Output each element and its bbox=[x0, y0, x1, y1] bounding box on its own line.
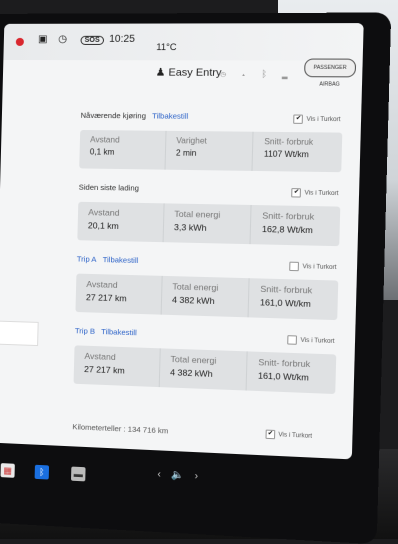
show-in-tripcard-toggle[interactable]: ✔ Vis i Turkort bbox=[293, 114, 341, 124]
reset-link[interactable]: Tilbakestill bbox=[152, 111, 188, 121]
driver-profile-icon: ♟ bbox=[155, 66, 169, 79]
stat-label: Avstand bbox=[88, 207, 120, 218]
stat-value: 4 382 kWh bbox=[170, 367, 213, 379]
stat-value: 2 min bbox=[175, 148, 197, 158]
stat-label: Varighet bbox=[176, 136, 207, 146]
airbag-badge-text: PASSENGER AIRBAG bbox=[313, 64, 347, 88]
signal-icon: ▂ bbox=[281, 68, 303, 80]
stat-cell: Avstand 27 217 km bbox=[75, 273, 163, 315]
stat-label: Total energi bbox=[172, 281, 219, 293]
speaker-icon[interactable]: 🔈 bbox=[171, 469, 195, 481]
left-panel-edge bbox=[0, 320, 39, 347]
section-title: Nåværende kjøring bbox=[80, 110, 147, 121]
easy-entry-button[interactable]: ♟ Easy Entry bbox=[155, 66, 221, 79]
show-in-tripcard-toggle[interactable]: Vis i Turkort bbox=[287, 335, 335, 346]
checkbox-unchecked-icon[interactable] bbox=[287, 335, 298, 345]
checkbox-label: Vis i Turkort bbox=[278, 432, 313, 440]
stat-cell: Varighet 2 min bbox=[165, 130, 254, 171]
stat-label: Avstand bbox=[84, 350, 116, 363]
checkbox-label: Vis i Turkort bbox=[302, 264, 337, 272]
bluetooth-status-icon[interactable]: ᛒ bbox=[261, 69, 282, 79]
odometer-reading: Kilometerteller : 134 716 km bbox=[72, 422, 169, 436]
stat-cell: Total energi 4 382 kWh bbox=[161, 275, 250, 318]
reset-link[interactable]: Tilbakestill bbox=[101, 327, 137, 337]
passenger-airbag-badge: PASSENGER AIRBAG bbox=[304, 58, 357, 88]
reset-link[interactable]: Tilbakestill bbox=[103, 255, 139, 265]
stat-value: 162,8 Wt/km bbox=[261, 223, 313, 236]
stat-value: 27 217 km bbox=[85, 292, 127, 304]
screen-bezel: ▣ ◷ SOS 10:25 11°C PASSENGER AIRBAG ♟ Ea… bbox=[0, 12, 392, 544]
checkbox-unchecked-icon[interactable] bbox=[289, 261, 300, 272]
top-icon-row: ◷▴ᛒ▂ bbox=[220, 69, 303, 80]
section-title: Trip A bbox=[76, 254, 97, 264]
easy-entry-label: Easy Entry bbox=[168, 66, 222, 79]
stat-label: Snitt- forbruk bbox=[264, 136, 314, 147]
stat-value: 0,1 km bbox=[89, 147, 115, 157]
trip-panel: Nåværende kjøring Tilbakestill ✔ Vis i Tur… bbox=[73, 105, 343, 395]
stat-cell: Avstand 20,1 km bbox=[77, 201, 165, 243]
alarm-clock-icon[interactable]: ◷ bbox=[58, 34, 67, 45]
sentry-icon[interactable]: ▣ bbox=[38, 34, 48, 45]
chevron-left-icon[interactable]: ‹ bbox=[157, 469, 171, 481]
stat-label: Avstand bbox=[90, 135, 120, 145]
odometer-show-in-tripcard-toggle[interactable]: ✔ Vis i Turkort bbox=[265, 429, 313, 441]
stat-cell: Avstand 0,1 km bbox=[79, 129, 167, 170]
chevron-right-icon[interactable]: › bbox=[194, 471, 208, 483]
checkbox-label: Vis i Turkort bbox=[300, 337, 335, 346]
trip-stats-card: Avstand 27 217 km Total energi 4 382 kWh S… bbox=[75, 273, 339, 321]
timer-icon[interactable]: ◷ bbox=[220, 69, 241, 79]
stat-cell: Total energi 3,3 kWh bbox=[163, 203, 252, 245]
stat-value: 1107 Wt/km bbox=[263, 149, 309, 160]
stat-label: Snitt- forbruk bbox=[262, 210, 315, 222]
stat-value: 20,1 km bbox=[87, 220, 119, 231]
stat-cell: Avstand 27 217 km bbox=[73, 345, 161, 388]
checkbox-label: Vis i Turkort bbox=[304, 190, 339, 198]
status-bar: ▣ ◷ SOS 10:25 11°C bbox=[3, 23, 364, 61]
checkbox-label: Vis i Turkort bbox=[306, 116, 341, 124]
calendar-app-icon[interactable]: ▦ bbox=[0, 463, 15, 478]
stat-label: Snitt- forbruk bbox=[260, 283, 313, 296]
clock-time: 10:25 bbox=[109, 33, 136, 45]
section-title: Siden siste lading bbox=[78, 182, 140, 193]
trip-stats-card: Avstand 27 217 km Total energi 4 382 kWh S… bbox=[73, 345, 337, 395]
trip-stats-card: Avstand 0,1 km Varighet 2 min Snitt- forbr… bbox=[79, 129, 343, 173]
section-since-charge-header: Siden siste lading ✔ Vis i Turkort bbox=[78, 183, 340, 204]
stat-cell: Snitt- forbruk 161,0 Wt/km bbox=[247, 351, 336, 394]
checkbox-checked-icon[interactable]: ✔ bbox=[293, 114, 304, 124]
stat-value: 161,0 Wt/km bbox=[259, 297, 311, 309]
dashcam-record-icon[interactable] bbox=[15, 37, 24, 46]
stat-label: Snitt- forbruk bbox=[258, 356, 311, 370]
volume-control[interactable]: ‹🔈› bbox=[157, 469, 208, 483]
stat-cell: Snitt- forbruk 161,0 Wt/km bbox=[249, 278, 338, 320]
show-in-tripcard-toggle[interactable]: ✔ Vis i Turkort bbox=[291, 188, 339, 198]
checkbox-checked-icon[interactable]: ✔ bbox=[291, 188, 302, 198]
stat-label: Avstand bbox=[86, 278, 118, 290]
stat-cell: Total energi 4 382 kWh bbox=[159, 348, 249, 391]
section-title: Trip B bbox=[74, 326, 96, 336]
stat-value: 3,3 kWh bbox=[173, 221, 207, 233]
trip-card-app-icon[interactable]: ▬ bbox=[70, 466, 86, 482]
show-in-tripcard-toggle[interactable]: Vis i Turkort bbox=[289, 261, 337, 273]
bluetooth-app-icon[interactable]: ᛒ bbox=[34, 464, 50, 480]
section-current-drive-header: Nåværende kjøring Tilbakestill ✔ Vis i Tur… bbox=[80, 111, 343, 130]
outside-temperature: 11°C bbox=[156, 41, 177, 53]
stat-value: 4 382 kWh bbox=[171, 294, 215, 307]
sos-icon[interactable]: SOS bbox=[80, 35, 104, 45]
touchscreen: ▣ ◷ SOS 10:25 11°C PASSENGER AIRBAG ♟ Ea… bbox=[0, 23, 364, 460]
stat-cell: Snitt- forbruk 162,8 Wt/km bbox=[251, 205, 340, 246]
trip-stats-card: Avstand 20,1 km Total energi 3,3 kWh Snitt… bbox=[77, 201, 341, 247]
bell-icon[interactable]: ▴ bbox=[241, 69, 262, 79]
stat-cell: Snitt- forbruk 1107 Wt/km bbox=[253, 132, 342, 172]
stat-value: 27 217 km bbox=[83, 363, 125, 376]
stat-label: Total energi bbox=[174, 208, 221, 220]
stat-label: Total energi bbox=[170, 353, 217, 366]
checkbox-checked-icon[interactable]: ✔ bbox=[265, 429, 276, 440]
stat-value: 161,0 Wt/km bbox=[257, 370, 309, 383]
